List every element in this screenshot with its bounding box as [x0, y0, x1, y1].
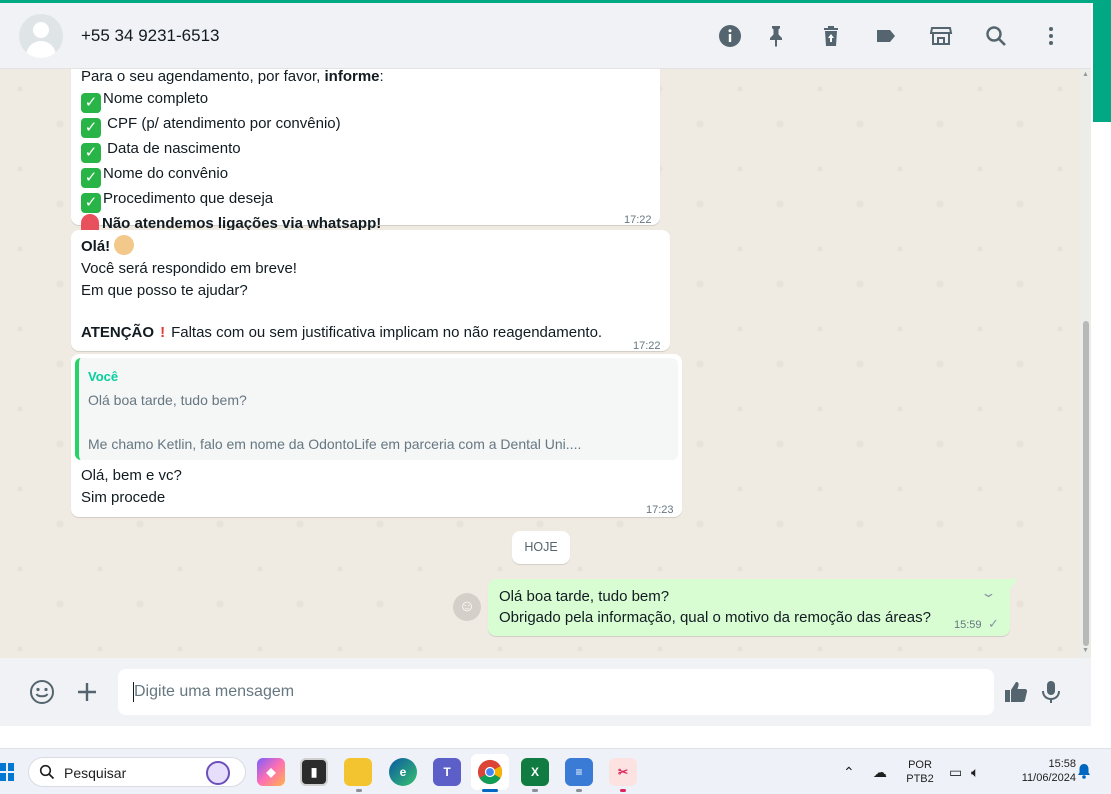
microphone-icon[interactable]	[1036, 677, 1066, 707]
running-indicator	[620, 789, 626, 792]
check-mark-icon: ✓	[81, 93, 101, 113]
language-indicator[interactable]: POR PTB2	[904, 758, 936, 786]
contact-name[interactable]: +55 34 9231-6513	[81, 26, 220, 46]
check-mark-icon: ✓	[81, 168, 101, 188]
greeting-line: Olá!	[81, 235, 602, 258]
message-time: 15:59	[954, 619, 982, 631]
quote-text-line: Me chamo Ketlin, falo em nome da OdontoL…	[88, 436, 582, 452]
scroll-up-arrow-icon[interactable]: ▲	[1082, 71, 1089, 78]
windows-start-icon[interactable]	[0, 763, 14, 781]
taskbar-search-label: Pesquisar	[64, 765, 127, 781]
cloud-offline-icon[interactable]: ☁	[873, 764, 887, 781]
message-text-line: Olá boa tarde, tudo bem?	[499, 588, 670, 605]
check-mark-icon: ✓	[81, 193, 101, 213]
message-composer	[0, 658, 1091, 726]
language-code: POR	[908, 759, 932, 771]
message-text-line: Obrigado pela informação, qual o motivo …	[499, 609, 931, 626]
right-accent-bar	[1093, 0, 1111, 122]
single-check-icon: ✓	[988, 616, 999, 631]
emoji-icon[interactable]	[27, 677, 57, 707]
quoted-message[interactable]: Você Olá boa tarde, tudo bem? Me chamo K…	[75, 358, 678, 460]
scroll-down-arrow-icon[interactable]: ▼	[1082, 647, 1089, 654]
waving-person-icon	[114, 235, 135, 255]
notepad-icon[interactable]: ≡	[565, 758, 593, 786]
search-icon[interactable]	[982, 22, 1010, 50]
clock[interactable]: 15:58 11/06/2024	[1000, 757, 1076, 785]
contact-avatar[interactable]	[19, 14, 63, 58]
label-icon[interactable]	[872, 22, 900, 50]
running-indicator	[356, 789, 362, 792]
active-app-indicator	[482, 789, 498, 792]
keyboard-layout: PTB2	[906, 773, 934, 785]
excel-icon[interactable]: X	[521, 758, 549, 786]
check-mark-icon: ✓	[81, 118, 101, 138]
volume-icon[interactable]: 🔈︎	[971, 764, 979, 781]
window-bottom-margin	[0, 726, 1091, 748]
attach-plus-icon[interactable]	[72, 677, 102, 707]
screen: +55 34 9231-6513 Para o seu agendamento,…	[0, 0, 1111, 794]
right-margin	[1091, 122, 1111, 748]
message-bubble[interactable]: Você Olá boa tarde, tudo bem? Me chamo K…	[71, 354, 682, 517]
running-indicator	[532, 789, 538, 792]
store-icon[interactable]	[927, 22, 955, 50]
edge-icon[interactable]: e	[389, 758, 417, 786]
message-text-line: Sim procede	[81, 489, 166, 506]
taskbar-search[interactable]: Pesquisar	[28, 757, 246, 787]
message-text-line: Em que posso te ajudar?	[81, 282, 248, 299]
message-bubble[interactable]: Olá! Você será respondido em breve! Em q…	[71, 230, 670, 352]
delete-icon[interactable]	[817, 22, 845, 50]
checklist-item: ✓ Nome completo	[81, 88, 384, 113]
terminal-icon[interactable]: ▮	[300, 758, 328, 786]
file-explorer-icon[interactable]	[344, 758, 372, 786]
network-icon[interactable]: ▭	[949, 764, 962, 781]
copilot-icon[interactable]: ◆	[257, 758, 285, 786]
date-separator: HOJE	[512, 531, 570, 564]
avatar-body-shape	[26, 41, 56, 58]
pin-icon[interactable]	[762, 22, 790, 50]
clock-date: 11/06/2024	[1021, 772, 1076, 784]
scrollbar-thumb[interactable]	[1083, 321, 1089, 646]
bubble-tail	[1010, 579, 1018, 589]
checklist-item: ✓ Data de nascimento	[81, 138, 384, 163]
chrome-icon[interactable]	[471, 754, 509, 790]
reaction-smiley-icon[interactable]: ☺	[453, 593, 481, 621]
outgoing-message-bubble[interactable]: Olá boa tarde, tudo bem? Obrigado pela i…	[488, 579, 1018, 636]
info-icon[interactable]	[716, 22, 744, 50]
check-mark-icon: ✓	[81, 143, 101, 163]
checklist-item: ✓ Nome do convênio	[81, 163, 384, 188]
attention-line: ATENÇÃO! Faltas com ou sem justificativa …	[81, 324, 603, 341]
notification-bell-icon[interactable]	[1077, 763, 1091, 779]
menu-icon[interactable]	[1037, 22, 1065, 50]
message-time: 17:23	[646, 504, 674, 516]
windows-taskbar: Pesquisar ◆ ▮ e T X ≡ ✂ ⌃ ☁ POR PTB2 ▭ 🔈…	[0, 748, 1111, 794]
search-icon	[39, 764, 55, 780]
message-text-line: Você será respondido em breve!	[81, 260, 297, 277]
chat-area[interactable]: Para o seu agendamento, por favor, infor…	[0, 69, 1091, 658]
chevron-down-icon[interactable]: ⌄	[980, 585, 996, 601]
running-indicator	[576, 789, 582, 792]
chevron-up-icon[interactable]: ⌃	[843, 764, 855, 781]
message-text-line: Olá, bem e vc?	[81, 467, 182, 484]
message-text-line: Para o seu agendamento, por favor, infor…	[81, 69, 384, 85]
checklist-item: ✓ Procedimento que deseja	[81, 188, 384, 213]
chat-header: +55 34 9231-6513	[0, 3, 1091, 69]
message-time: 17:22	[624, 214, 652, 226]
clock-time: 15:58	[1048, 758, 1076, 770]
checklist-item: ✓ CPF (p/ atendimento por convênio)	[81, 113, 384, 138]
quote-text-line: Olá boa tarde, tudo bem?	[88, 392, 247, 408]
thumbs-up-icon[interactable]	[1001, 677, 1031, 707]
teams-icon[interactable]: T	[433, 758, 461, 786]
snipping-tool-icon[interactable]: ✂	[609, 758, 637, 786]
text-caret	[133, 682, 134, 702]
exclamation-icon: !	[160, 324, 166, 341]
search-highlight-icon	[206, 761, 230, 785]
quote-author: Você	[88, 369, 119, 384]
message-bubble[interactable]: Para o seu agendamento, por favor, infor…	[71, 69, 660, 232]
avatar-head-shape	[33, 22, 49, 38]
message-input[interactable]	[118, 669, 994, 715]
